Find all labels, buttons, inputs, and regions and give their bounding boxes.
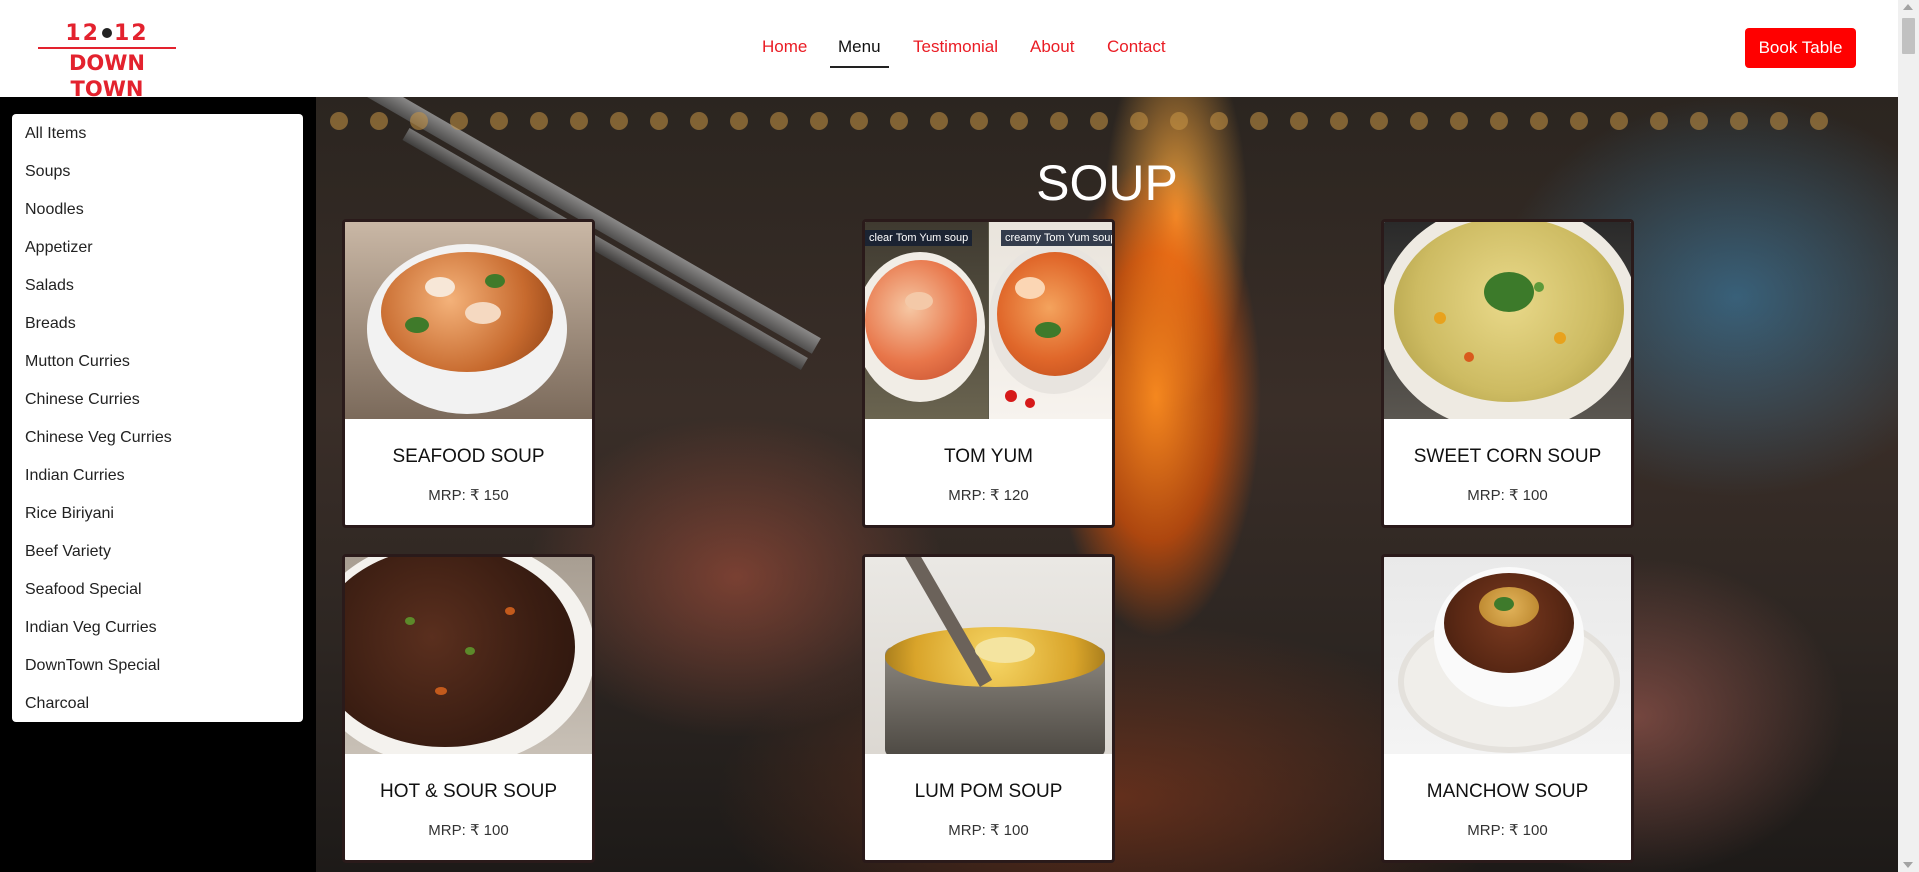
card-title: LUM POM SOUP bbox=[914, 781, 1063, 802]
section-title: SOUP bbox=[1036, 155, 1178, 211]
seafood-soup-image bbox=[345, 222, 592, 419]
sidebar-item-chinese-curries[interactable]: Chinese Curries bbox=[25, 390, 140, 410]
menu-card-sweet-corn-soup[interactable]: SWEET CORN SOUP MRP: ₹ 100 bbox=[1381, 219, 1634, 528]
card-title: SWEET CORN SOUP bbox=[1413, 446, 1602, 467]
card-title: TOM YUM bbox=[943, 446, 1034, 467]
sidebar-item-noodles[interactable]: Noodles bbox=[25, 200, 84, 220]
sidebar-item-rice-biriyani[interactable]: Rice Biriyani bbox=[25, 504, 114, 524]
card-price: MRP: ₹ 120 bbox=[948, 487, 1029, 504]
menu-card-tom-yum[interactable]: clear Tom Yum soup creamy Tom Yum soup T… bbox=[862, 219, 1115, 528]
sidebar-item-all-items[interactable]: All Items bbox=[25, 124, 86, 144]
decorative-dots bbox=[330, 112, 1890, 130]
scrollbar-thumb[interactable] bbox=[1902, 18, 1915, 54]
main-nav: Home Menu Testimonial About Contact bbox=[0, 36, 1898, 68]
hot-sour-soup-image bbox=[345, 557, 592, 754]
card-price: MRP: ₹ 100 bbox=[948, 822, 1029, 839]
book-table-button[interactable]: Book Table bbox=[1745, 28, 1856, 68]
lum-pom-soup-image bbox=[865, 557, 1112, 754]
menu-card-manchow-soup[interactable]: MANCHOW SOUP MRP: ₹ 100 bbox=[1381, 554, 1634, 863]
nav-contact[interactable]: Contact bbox=[1107, 36, 1166, 58]
sidebar-item-salads[interactable]: Salads bbox=[25, 276, 74, 296]
site-header: 12 12 DOWN TOWN Home Menu Testimonial Abo… bbox=[0, 0, 1898, 101]
page-scrollbar[interactable] bbox=[1898, 0, 1919, 872]
sidebar-item-breads[interactable]: Breads bbox=[25, 314, 76, 334]
nav-testimonial[interactable]: Testimonial bbox=[913, 36, 998, 58]
sidebar-item-appetizer[interactable]: Appetizer bbox=[25, 238, 93, 258]
sidebar-item-downtown-special[interactable]: DownTown Special bbox=[25, 656, 160, 676]
image-label-clear: clear Tom Yum soup bbox=[865, 230, 973, 246]
nav-menu[interactable]: Menu bbox=[838, 36, 881, 58]
menu-card-lum-pom-soup[interactable]: LUM POM SOUP MRP: ₹ 100 bbox=[862, 554, 1115, 863]
nav-home[interactable]: Home bbox=[762, 36, 807, 58]
card-title: MANCHOW SOUP bbox=[1426, 781, 1589, 802]
image-label-creamy: creamy Tom Yum soup bbox=[1001, 230, 1112, 246]
sidebar-item-mutton-curries[interactable]: Mutton Curries bbox=[25, 352, 130, 372]
card-price: MRP: ₹ 100 bbox=[428, 822, 509, 839]
sidebar-item-soups[interactable]: Soups bbox=[25, 162, 70, 182]
menu-card-hot-sour-soup[interactable]: HOT & SOUR SOUP MRP: ₹ 100 bbox=[342, 554, 595, 863]
menu-section: SOUP SEAFOOD SOUP MRP: ₹ 150 clear Tom Y… bbox=[316, 97, 1898, 872]
tom-yum-image: clear Tom Yum soup creamy Tom Yum soup bbox=[865, 222, 1112, 419]
menu-card-seafood-soup[interactable]: SEAFOOD SOUP MRP: ₹ 150 bbox=[342, 219, 595, 528]
card-price: MRP: ₹ 100 bbox=[1467, 822, 1548, 839]
category-sidebar: All Items Soups Noodles Appetizer Salads… bbox=[12, 114, 303, 722]
sidebar-item-indian-veg-curries[interactable]: Indian Veg Curries bbox=[25, 618, 157, 638]
manchow-soup-image bbox=[1384, 557, 1631, 754]
sidebar-item-seafood-special[interactable]: Seafood Special bbox=[25, 580, 142, 600]
scroll-down-arrow-icon[interactable] bbox=[1903, 862, 1913, 868]
sidebar-item-charcoal[interactable]: Charcoal bbox=[25, 694, 89, 714]
card-title: SEAFOOD SOUP bbox=[392, 446, 545, 467]
sidebar-item-indian-curries[interactable]: Indian Curries bbox=[25, 466, 125, 486]
sidebar-item-beef-variety[interactable]: Beef Variety bbox=[25, 542, 111, 562]
sweet-corn-soup-image bbox=[1384, 222, 1631, 419]
nav-active-underline bbox=[830, 66, 889, 68]
card-title: HOT & SOUR SOUP bbox=[379, 781, 557, 802]
card-price: MRP: ₹ 150 bbox=[428, 487, 509, 504]
scroll-up-arrow-icon[interactable] bbox=[1903, 4, 1913, 10]
sidebar-item-chinese-veg-curries[interactable]: Chinese Veg Curries bbox=[25, 428, 172, 448]
card-price: MRP: ₹ 100 bbox=[1467, 487, 1548, 504]
nav-about[interactable]: About bbox=[1030, 36, 1074, 58]
